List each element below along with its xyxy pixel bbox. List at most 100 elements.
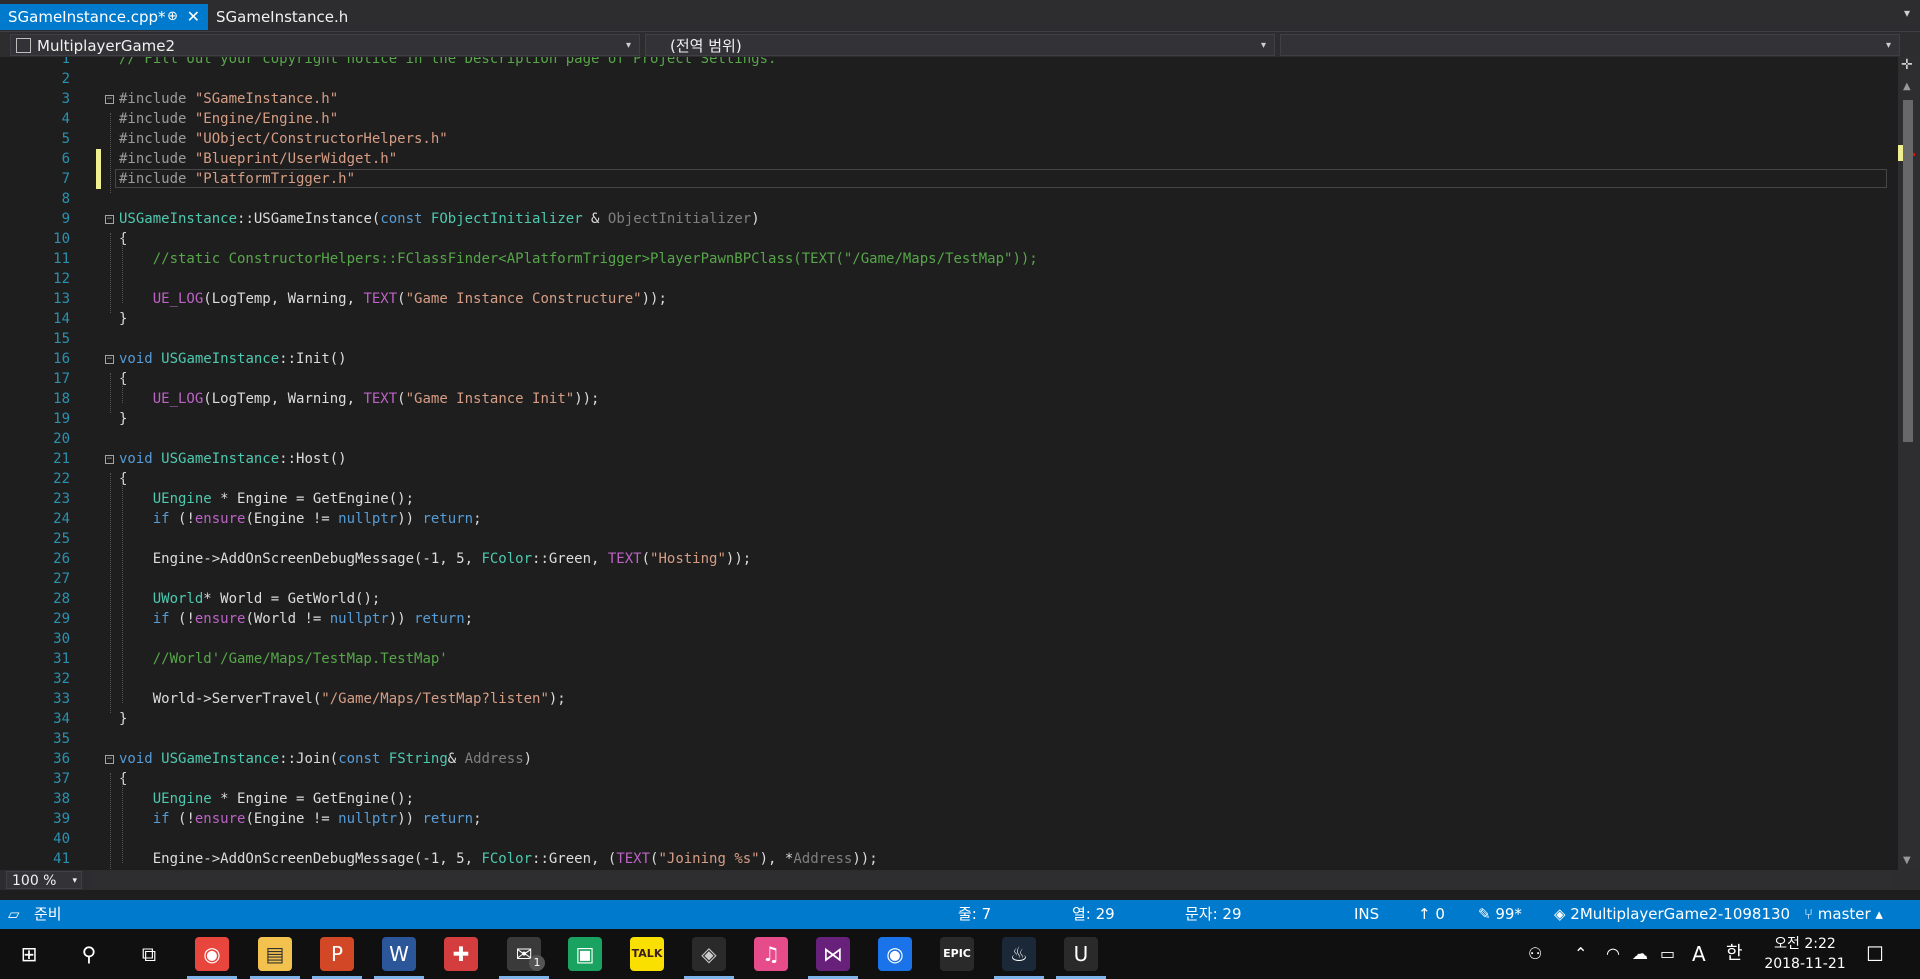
line-number: 5	[61, 131, 70, 147]
code-line[interactable]: 18 UE_LOG(LogTemp, Warning, TEXT("Game I…	[0, 389, 1890, 409]
chrome-icon[interactable]: ◉	[195, 937, 229, 971]
code-editor[interactable]: ✛ ▲ ▼ 1 // Fill out your copyright notice…	[0, 57, 1920, 870]
ime-mode-icon[interactable]: A	[1692, 929, 1706, 979]
code-line[interactable]: 19}	[0, 409, 1890, 429]
scope-dropdown[interactable]: (전역 범위) ▾	[645, 34, 1275, 56]
collapse-icon[interactable]: −	[105, 215, 114, 224]
app-dark-icon[interactable]: ◈	[692, 937, 726, 971]
action-center-icon[interactable]: ☐	[1866, 929, 1884, 979]
code-token: ;	[464, 611, 474, 627]
split-window-icon[interactable]: ✛	[1901, 57, 1913, 73]
collapse-icon[interactable]: −	[105, 355, 114, 364]
visual-studio-icon[interactable]: ⋈	[816, 937, 850, 971]
word-icon[interactable]: W	[382, 937, 416, 971]
taskbar-clock[interactable]: 오전 2:22 2018-11-21	[1760, 934, 1850, 974]
horizontal-scrollbar[interactable]	[90, 873, 1890, 887]
close-icon[interactable]: ✕	[187, 4, 200, 30]
code-line[interactable]: 14}	[0, 309, 1890, 329]
vertical-scrollbar[interactable]: ✛ ▲ ▼	[1898, 57, 1920, 870]
code-token: FColor	[481, 851, 533, 867]
tab-sgameinstance-h[interactable]: SGameInstance.h	[208, 4, 408, 30]
collapse-icon[interactable]: −	[105, 455, 114, 464]
code-line[interactable]: 23 UEngine * Engine = GetEngine();	[0, 489, 1890, 509]
code-token: (World !=	[245, 611, 330, 627]
kakaotalk-icon[interactable]: TALK	[630, 937, 664, 971]
zoom-dropdown[interactable]: 100 % ▾	[6, 871, 82, 889]
code-line[interactable]: 11 //static ConstructorHelpers::FClassFi…	[0, 249, 1890, 269]
code-line[interactable]: 30	[0, 629, 1890, 649]
code-line[interactable]: 2	[0, 69, 1890, 89]
app-green-icon[interactable]: ▣	[568, 937, 602, 971]
powerpoint-icon[interactable]: P	[320, 937, 354, 971]
code-token: USGameInstance	[253, 211, 372, 227]
code-line[interactable]: 37 {	[0, 769, 1890, 789]
file-explorer-icon[interactable]: ▤	[258, 937, 292, 971]
itunes-icon[interactable]: ♫	[754, 937, 788, 971]
code-line[interactable]: 40	[0, 829, 1890, 849]
task-view-icon[interactable]: ⧉	[132, 937, 166, 971]
collapse-icon[interactable]: −	[105, 755, 114, 764]
epic-games-icon[interactable]: EPIC	[940, 937, 974, 971]
code-line[interactable]: 33 World->ServerTravel("/Game/Maps/TestM…	[0, 689, 1890, 709]
code-line[interactable]: 6 #include "Blueprint/UserWidget.h"	[0, 149, 1890, 169]
battery-icon[interactable]: ▭	[1660, 929, 1675, 979]
code-line[interactable]: 10 {	[0, 229, 1890, 249]
code-line[interactable]: 21 − void USGameInstance::Host()	[0, 449, 1890, 469]
code-line[interactable]: 36 − void USGameInstance::Join(const FStri…	[0, 749, 1890, 769]
code-line[interactable]: 12	[0, 269, 1890, 289]
unpublished-commits[interactable]: ↑ 0	[1418, 900, 1445, 929]
code-line[interactable]: 38 UEngine * Engine = GetEngine();	[0, 789, 1890, 809]
code-line[interactable]: 31 //World'/Game/Maps/TestMap.TestMap'	[0, 649, 1890, 669]
onedrive-icon[interactable]: ☁	[1632, 929, 1648, 979]
code-line[interactable]: 28 UWorld* World = GetWorld();	[0, 589, 1890, 609]
code-line[interactable]: 7 #include "PlatformTrigger.h"	[0, 169, 1890, 189]
wifi-icon[interactable]: ◠	[1606, 929, 1620, 979]
pin-icon[interactable]: ⊕	[167, 4, 178, 30]
code-line[interactable]: 8	[0, 189, 1890, 209]
app-red-icon[interactable]: ✚	[444, 937, 478, 971]
branch-name[interactable]: ⑂ master ▴	[1804, 900, 1883, 929]
code-line[interactable]: 15	[0, 329, 1890, 349]
code-line[interactable]: 16 − void USGameInstance::Init()	[0, 349, 1890, 369]
code-line[interactable]: 9 − USGameInstance::USGameInstance(const F…	[0, 209, 1890, 229]
people-icon[interactable]: ⚇	[1528, 929, 1542, 979]
steam-icon[interactable]: ♨	[1002, 937, 1036, 971]
collapse-icon[interactable]: −	[105, 95, 114, 104]
code-line[interactable]: 1 // Fill out your copyright notice in th…	[0, 57, 1890, 69]
code-line[interactable]: 26 Engine->AddOnScreenDebugMessage(-1, 5…	[0, 549, 1890, 569]
code-line[interactable]: 39 if (!ensure(Engine != nullptr)) retur…	[0, 809, 1890, 829]
code-line[interactable]: 34}	[0, 709, 1890, 729]
code-line[interactable]: 13 UE_LOG(LogTemp, Warning, TEXT("Game I…	[0, 289, 1890, 309]
code-line[interactable]: 24 if (!ensure(Engine != nullptr)) retur…	[0, 509, 1890, 529]
code-line[interactable]: 41 Engine->AddOnScreenDebugMessage(-1, 5…	[0, 849, 1890, 869]
project-dropdown[interactable]: MultiplayerGame2 ▾	[10, 34, 640, 56]
pending-changes[interactable]: ✎ 99*	[1478, 900, 1522, 929]
code-line[interactable]: 5 #include "UObject/ConstructorHelpers.h"	[0, 129, 1890, 149]
scrollbar-thumb[interactable]	[1903, 100, 1913, 442]
member-dropdown[interactable]: ▾	[1280, 34, 1900, 56]
code-line[interactable]: 29 if (!ensure(World != nullptr)) return…	[0, 609, 1890, 629]
search-icon[interactable]: ⚲	[72, 937, 106, 971]
code-line[interactable]: 22 {	[0, 469, 1890, 489]
line-number: 4	[61, 111, 70, 127]
code-line[interactable]: 3 − #include "SGameInstance.h"	[0, 89, 1890, 109]
chevron-up-icon[interactable]: ⌃	[1574, 929, 1587, 979]
code-line[interactable]: 17 {	[0, 369, 1890, 389]
line-number: 14	[53, 311, 70, 327]
code-line[interactable]: 25	[0, 529, 1890, 549]
code-text: #include "SGameInstance.h"	[119, 89, 338, 109]
code-line[interactable]: 20	[0, 429, 1890, 449]
scroll-down-icon[interactable]: ▼	[1903, 855, 1911, 866]
ime-hangul-icon[interactable]: 한	[1726, 929, 1743, 979]
scroll-up-icon[interactable]: ▲	[1903, 81, 1911, 92]
maps-icon[interactable]: ◉	[878, 937, 912, 971]
tab-sgameinstance-cpp[interactable]: SGameInstance.cpp* ⊕ ✕	[0, 4, 208, 30]
repository-name[interactable]: ◈ 2MultiplayerGame2-1098130	[1554, 900, 1790, 929]
code-line[interactable]: 27	[0, 569, 1890, 589]
tab-overflow-dropdown-icon[interactable]: ▾	[1904, 6, 1910, 20]
code-line[interactable]: 4 #include "Engine/Engine.h"	[0, 109, 1890, 129]
unreal-engine-icon[interactable]: U	[1064, 937, 1098, 971]
windows-start-icon[interactable]: ⊞	[12, 937, 46, 971]
code-line[interactable]: 32	[0, 669, 1890, 689]
code-line[interactable]: 35	[0, 729, 1890, 749]
